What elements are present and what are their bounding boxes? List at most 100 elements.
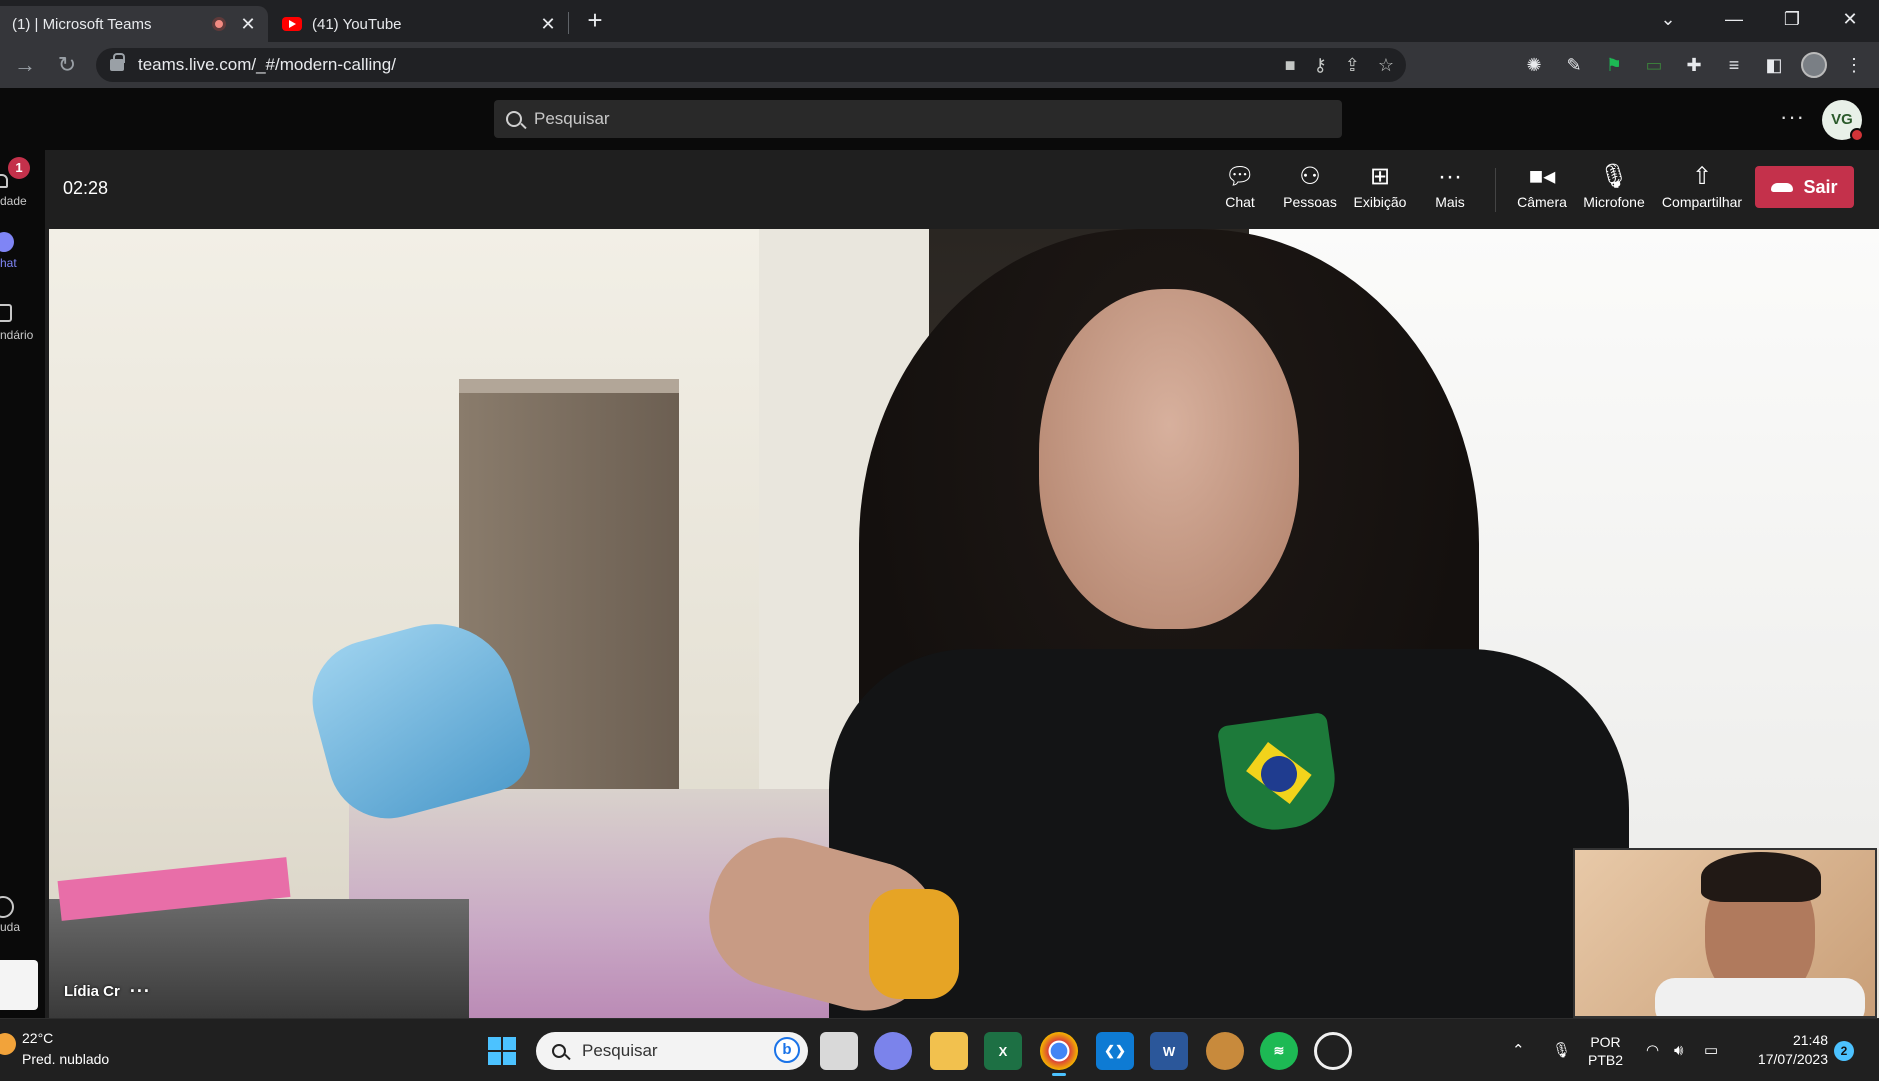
microphone-button[interactable]: 🎙︎ Microfone <box>1579 162 1649 210</box>
word-icon[interactable]: W <box>1150 1032 1188 1070</box>
participant-more-button[interactable]: ··· <box>130 981 151 1002</box>
share-icon[interactable]: ⇪ <box>1345 55 1360 76</box>
share-button[interactable]: ⇧ Compartilhar <box>1657 162 1747 210</box>
leave-button[interactable]: Sair <box>1755 166 1854 208</box>
search-icon <box>506 111 522 127</box>
start-button[interactable] <box>488 1037 516 1065</box>
camera-icon: ■◂ <box>1528 163 1556 190</box>
wifi-icon[interactable]: ◠ <box>1646 1019 1668 1081</box>
forward-icon[interactable]: → <box>8 48 42 82</box>
reload-icon[interactable]: ↻ <box>50 48 84 82</box>
close-tab-icon[interactable]: ✕ <box>238 14 258 35</box>
excel-icon[interactable]: X <box>984 1032 1022 1070</box>
windows-logo-pane <box>503 1037 516 1050</box>
view-button[interactable]: ⊞ Exibição <box>1345 162 1415 210</box>
extensions-area: ✺ ✎ ⚑ ▭ ✚ ≡ ◧ ⋮ <box>1521 48 1867 82</box>
extension-gear-icon[interactable]: ✺ <box>1521 55 1547 76</box>
rail-item-chat[interactable]: hat <box>0 232 45 284</box>
restore-button[interactable]: ❐ <box>1764 0 1820 40</box>
extensions-puzzle-icon[interactable]: ✚ <box>1681 55 1707 76</box>
game-icon[interactable] <box>1206 1032 1244 1070</box>
battery-icon[interactable]: ▭ <box>1704 1019 1726 1081</box>
password-key-icon[interactable]: ⚷ <box>1314 55 1327 76</box>
self-hair <box>1701 852 1821 902</box>
layout-grid-icon: ⊞ <box>1369 163 1391 190</box>
volume-icon[interactable]: 🔊︎ <box>1674 1019 1696 1081</box>
notification-count-badge[interactable]: 2 <box>1834 1041 1854 1061</box>
camera-permission-icon[interactable]: ■ <box>1285 55 1296 76</box>
input-language-indicator[interactable]: POR PTB2 <box>1588 1033 1623 1069</box>
teams-header: Pesquisar ··· VG <box>0 88 1879 150</box>
video-yellow-object <box>869 889 959 999</box>
address-bar[interactable]: teams.live.com/_#/modern-calling/ ■ ⚷ ⇪ … <box>96 48 1406 82</box>
leave-label: Sair <box>1803 176 1838 197</box>
taskbar-search-placeholder: Pesquisar <box>582 1041 658 1060</box>
close-window-button[interactable]: ✕ <box>1822 0 1878 40</box>
extension-green-icon[interactable]: ⚑ <box>1601 55 1627 76</box>
file-explorer-icon[interactable] <box>930 1032 968 1070</box>
camera-button[interactable]: ■◂ Câmera <box>1507 162 1577 210</box>
microphone-label: Microfone <box>1583 194 1645 210</box>
youtube-logo-icon <box>282 17 302 31</box>
more-label: Mais <box>1435 194 1465 210</box>
user-avatar[interactable]: VG <box>1822 100 1864 142</box>
app-rail: 1 dade hat ndário uda <box>0 150 45 1018</box>
close-tab-icon[interactable]: ✕ <box>538 14 558 35</box>
tray-microphone-icon[interactable]: 🎙︎ <box>1552 1019 1572 1081</box>
notification-badge: 1 <box>8 157 30 179</box>
media-control-icon[interactable]: ≡ <box>1721 55 1747 76</box>
tab-microsoft-teams[interactable]: (1) | Microsoft Teams ✕ <box>0 6 268 42</box>
clock-date: 17/07/2023 <box>1757 1051 1828 1067</box>
minimize-button[interactable]: — <box>1706 0 1762 40</box>
windows-logo-pane <box>488 1037 501 1050</box>
self-video-preview[interactable] <box>1573 848 1877 1018</box>
chrome-icon[interactable] <box>1040 1032 1078 1076</box>
bell-icon <box>0 174 8 188</box>
system-clock[interactable]: 21:48 17/07/2023 <box>1742 1031 1828 1069</box>
tab-youtube[interactable]: (41) YouTube ✕ <box>270 6 568 42</box>
rail-item-activity[interactable]: 1 dade <box>0 154 45 214</box>
rail-item-help[interactable]: uda <box>0 896 45 948</box>
taskbar-search-input[interactable]: Pesquisar b <box>536 1032 808 1070</box>
spotify-icon[interactable]: ≋ <box>1260 1032 1298 1070</box>
teams-chat-icon[interactable] <box>874 1032 912 1070</box>
tab-search-dropdown-button[interactable]: ⌄ <box>1640 0 1696 40</box>
extension-screen-icon[interactable]: ▭ <box>1641 55 1667 76</box>
show-hidden-icons-chevron-icon[interactable]: ⌃ <box>1512 1019 1536 1081</box>
bookmark-star-icon[interactable]: ☆ <box>1378 55 1394 76</box>
excel-glyph: X <box>998 1043 1008 1059</box>
rail-item-calendar[interactable]: ndário <box>0 302 45 354</box>
settings-more-button[interactable]: ··· <box>1780 104 1805 130</box>
windows-logo-pane <box>488 1052 501 1065</box>
lock-icon[interactable] <box>110 53 125 71</box>
search-placeholder: Pesquisar <box>534 109 610 128</box>
tab-title: (41) YouTube <box>312 15 402 33</box>
meeting-control-bar: 02:28 💬︎ Chat ⚇ Pessoas ⊞ Exibição ··· M… <box>45 150 1879 228</box>
calendar-icon <box>0 304 12 322</box>
extension-pen-icon[interactable]: ✎ <box>1561 55 1587 76</box>
browser-menu-icon[interactable]: ⋮ <box>1841 55 1867 76</box>
more-button[interactable]: ··· Mais <box>1415 162 1485 210</box>
recording-indicator-icon <box>212 17 226 31</box>
windows-taskbar: 22°C Pred. nublado Pesquisar b X ❮❯ W ≋ … <box>0 1018 1879 1080</box>
download-app-button[interactable] <box>0 960 38 1010</box>
self-pillow <box>1655 978 1865 1016</box>
browser-toolbar: → ↻ teams.live.com/_#/modern-calling/ ■ … <box>0 42 1879 88</box>
windows-logo-pane <box>503 1052 516 1065</box>
side-panel-icon[interactable]: ◧ <box>1761 55 1787 76</box>
task-view-icon[interactable] <box>820 1032 858 1070</box>
video-participant-face <box>1039 289 1299 629</box>
teams-search-input[interactable]: Pesquisar <box>494 100 1342 138</box>
vscode-icon[interactable]: ❮❯ <box>1096 1032 1134 1070</box>
chat-button[interactable]: 💬︎ Chat <box>1205 162 1275 210</box>
control-divider <box>1495 168 1496 212</box>
obs-icon[interactable] <box>1314 1032 1352 1070</box>
bing-icon[interactable]: b <box>774 1037 800 1063</box>
chat-icon <box>0 232 14 252</box>
weather-temperature: 22°C <box>22 1030 54 1046</box>
people-button[interactable]: ⚇ Pessoas <box>1275 162 1345 210</box>
participant-name-tag: Lídia Cr ··· <box>64 981 151 1002</box>
profile-avatar[interactable] <box>1801 52 1827 78</box>
new-tab-button[interactable]: + <box>580 6 610 36</box>
weather-description: Pred. nublado <box>22 1051 110 1067</box>
